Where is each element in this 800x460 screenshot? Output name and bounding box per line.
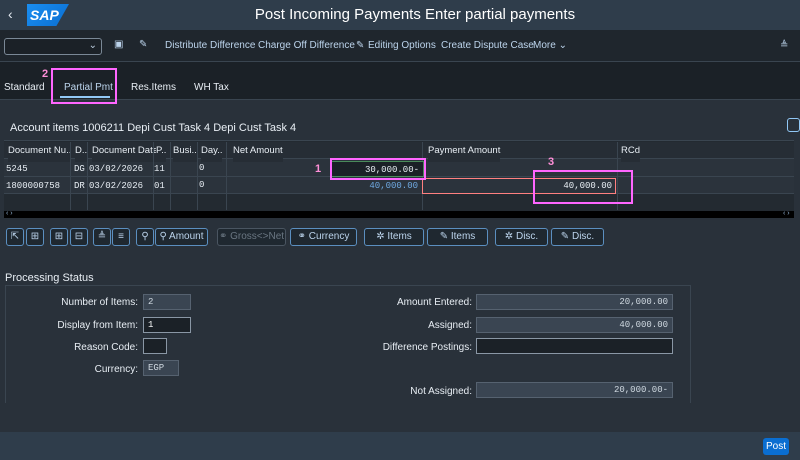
select-block-icon[interactable]: ⊞ xyxy=(26,228,44,246)
assigned-field: 40,000.00 xyxy=(476,317,673,333)
create-dispute-case-button[interactable]: Create Dispute Case xyxy=(441,40,534,51)
distribute-difference-button[interactable]: Distribute Difference xyxy=(165,40,255,51)
col-d[interactable]: D.. xyxy=(75,145,88,162)
tab-wh-tax[interactable]: WH Tax xyxy=(194,82,229,93)
page-title: Post Incoming Payments Enter partial pay… xyxy=(254,6,576,23)
tab-standard[interactable]: Standard xyxy=(4,82,45,93)
cell-d: DR xyxy=(74,181,85,191)
column-dividers xyxy=(70,142,71,210)
col-net-amount[interactable]: Net Amount xyxy=(233,145,283,162)
annotation-2: 2 xyxy=(42,68,49,80)
select-all-icon[interactable]: ⇱ xyxy=(6,228,24,246)
cell-p: 01 xyxy=(154,181,165,191)
sort-ascending-icon[interactable]: ≜ xyxy=(93,228,111,246)
section-title: Account items 1006211 Depi Cust Task 4 D… xyxy=(10,122,297,134)
display-from-field[interactable]: 1 xyxy=(143,317,191,333)
search-icon[interactable]: ⚲ xyxy=(136,228,154,246)
chevron-down-icon: ⌄ xyxy=(88,40,97,51)
amount-entered-label: Amount Entered: xyxy=(396,297,472,308)
currency-button[interactable]: ⚭ Currency xyxy=(290,228,357,246)
cell-net: 40,000.00 xyxy=(369,181,418,191)
cell-day: 0 xyxy=(199,180,205,190)
edit-disc-button[interactable]: ✎ Disc. xyxy=(551,228,604,246)
editing-options-button[interactable]: Editing Options xyxy=(368,40,436,51)
display-from-label: Display from Item: xyxy=(57,320,138,331)
amount-label: Amount xyxy=(169,231,204,242)
charge-off-difference-button[interactable]: Charge Off Difference xyxy=(258,40,355,51)
tab-bar xyxy=(0,62,800,100)
annotation-1: 1 xyxy=(315,163,322,175)
back-icon[interactable]: ‹ xyxy=(8,6,13,22)
col-document-date[interactable]: Document Date xyxy=(92,145,159,162)
gross-net-button: ⚭ Gross<>Net xyxy=(217,228,286,246)
difference-postings-field[interactable] xyxy=(476,338,673,354)
cell-doc: 1800000758 xyxy=(6,181,61,191)
processing-status-title: Processing Status xyxy=(5,272,94,284)
col-day[interactable]: Day.. xyxy=(201,145,223,162)
assigned-label: Assigned: xyxy=(428,320,472,331)
variant-select[interactable]: ⌄ xyxy=(4,38,102,55)
not-assigned-field: 20,000.00- xyxy=(476,382,673,398)
settings-icon[interactable]: ≜ xyxy=(780,40,788,51)
cell-doc: 5245 xyxy=(6,164,28,174)
num-items-field: 2 xyxy=(143,294,191,310)
more-label: More xyxy=(533,40,556,51)
not-assigned-label: Not Assigned: xyxy=(410,386,472,397)
scroll-arrows-icon[interactable]: ‹ › xyxy=(6,210,13,217)
search-amount-button[interactable]: ⚲ Amount xyxy=(155,228,208,246)
reason-code-field[interactable] xyxy=(143,338,167,354)
col-p[interactable]: P.. xyxy=(156,145,167,162)
col-rcd[interactable]: RCd xyxy=(621,145,641,162)
activate-items-icon[interactable]: ⊞ xyxy=(50,228,68,246)
cell-date: 03/02/2026 xyxy=(89,181,144,191)
tab-res-items[interactable]: Res.Items xyxy=(131,82,176,93)
cell-p: 11 xyxy=(154,164,165,174)
num-items-label: Number of Items: xyxy=(61,297,138,308)
gross-net-label: Gross<>Net xyxy=(230,231,285,242)
image-icon[interactable]: ▣ xyxy=(114,39,123,50)
edit-doc-icon[interactable]: ✎ xyxy=(139,39,147,50)
disc-label: Disc. xyxy=(515,231,539,242)
col-busi[interactable]: Busi.. xyxy=(173,145,197,162)
items-label: Items xyxy=(450,231,476,242)
deactivate-items-icon[interactable]: ⊟ xyxy=(70,228,88,246)
highlight-box-3 xyxy=(533,170,633,204)
disc-label: Disc. xyxy=(571,231,595,242)
annotation-3: 3 xyxy=(548,156,555,168)
col-payment-amount[interactable]: Payment Amount xyxy=(428,145,501,162)
post-button[interactable]: Post xyxy=(763,438,789,455)
settings-button[interactable] xyxy=(787,118,800,132)
reason-code-label: Reason Code: xyxy=(74,342,138,353)
difference-postings-label: Difference Postings: xyxy=(382,342,472,353)
activate-items-button[interactable]: ✲ Items xyxy=(364,228,424,246)
pencil-icon: ✎ xyxy=(356,40,365,51)
cell-date: 03/02/2026 xyxy=(89,164,144,174)
cell-day: 0 xyxy=(199,163,205,173)
col-document-number[interactable]: Document Nu.. xyxy=(8,145,72,162)
horizontal-scrollbar[interactable] xyxy=(4,211,794,218)
footer-bar xyxy=(0,432,800,460)
currency-label: Currency: xyxy=(94,364,138,375)
currency-label: Currency xyxy=(308,231,350,242)
amount-entered-field: 20,000.00 xyxy=(476,294,673,310)
items-label: Items xyxy=(387,231,412,242)
cell-d: DG xyxy=(74,164,85,174)
highlight-box-2 xyxy=(51,68,117,104)
activate-disc-button[interactable]: ✲ Disc. xyxy=(495,228,548,246)
scroll-arrows-icon[interactable]: ‹ › xyxy=(783,210,790,217)
edit-items-button[interactable]: ✎ Items xyxy=(427,228,488,246)
more-button[interactable]: More ⌄ xyxy=(533,40,567,51)
filter-icon[interactable]: ≡ xyxy=(112,228,130,246)
highlight-box-1 xyxy=(330,158,426,180)
currency-field: EGP xyxy=(143,360,179,376)
